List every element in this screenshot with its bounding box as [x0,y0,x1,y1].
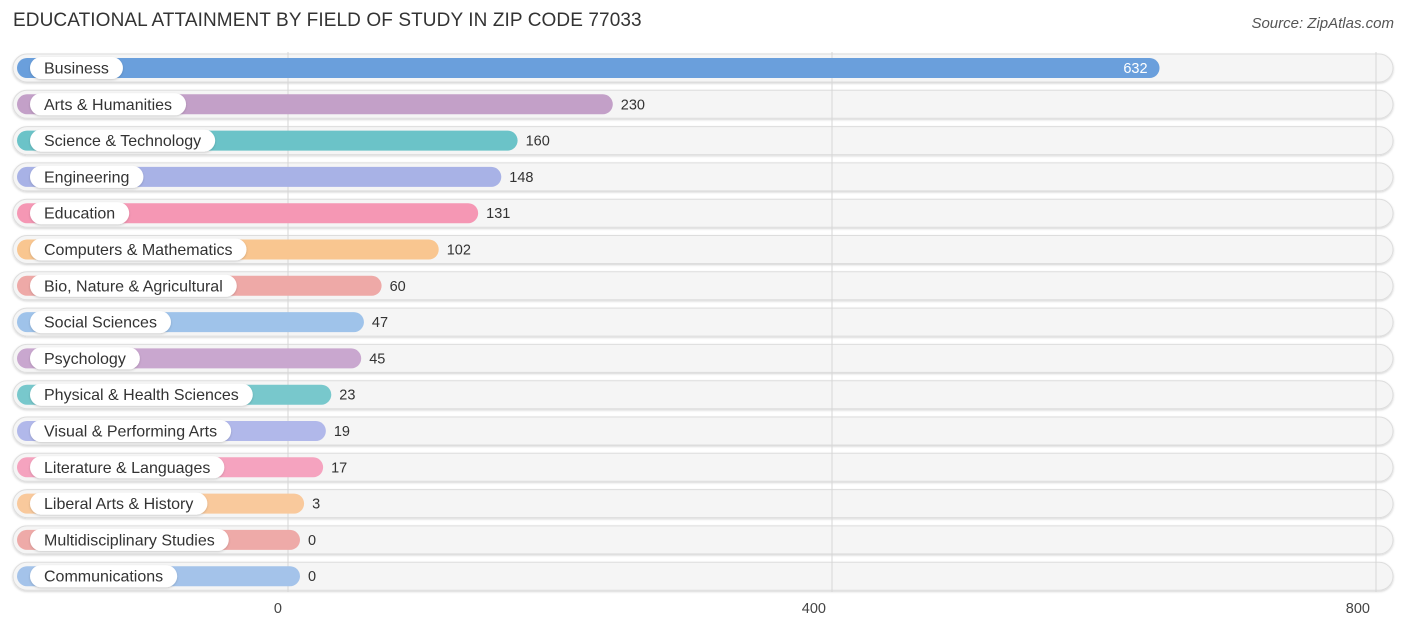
category-label: Communications [44,569,163,586]
value-label: 3 [312,497,320,513]
bar-row: Visual & Performing Arts 19 [17,420,350,442]
category-label: Bio, Nature & Agricultural [44,278,223,295]
value-label: 230 [621,97,645,113]
category-label: Literature & Languages [44,460,210,477]
bar-row: Education 131 [17,202,510,225]
x-tick-label: 800 [1346,601,1370,617]
bar-row: Communications 0 [17,565,316,588]
bar-row: Psychology 45 [17,347,385,370]
category-label: Education [44,206,115,223]
value-label: 45 [369,351,385,367]
x-tick-label: 0 [274,601,282,617]
category-label: Visual & Performing Arts [44,424,217,441]
category-label: Science & Technology [44,133,201,150]
category-label: Social Sciences [44,315,157,332]
category-label: Business [44,61,109,78]
category-label: Computers & Mathematics [44,242,233,259]
value-label: 23 [339,388,355,404]
bar-row: Literature & Languages 17 [17,456,347,479]
bar-row: Business 632 [17,57,1160,79]
value-label: 160 [526,134,550,150]
bar-row: Engineering 148 [17,165,533,188]
value-label: 102 [447,243,471,259]
bar-row: Social Sciences 47 [17,311,388,334]
bar-row: Arts & Humanities 230 [17,93,645,116]
value-label: 632 [1123,61,1147,77]
value-label: 47 [372,315,388,331]
value-label: 148 [509,170,533,186]
category-label: Engineering [44,169,129,186]
value-label: 60 [390,279,406,295]
category-label: Liberal Arts & History [44,496,193,513]
category-label: Physical & Health Sciences [44,387,239,404]
bar-row: Science & Technology 160 [17,129,550,152]
category-label: Psychology [44,351,126,368]
value-label: 131 [486,206,510,222]
category-label: Arts & Humanities [44,97,172,114]
x-tick-label: 400 [802,601,826,617]
value-label: 0 [308,533,316,549]
bar-row: Bio, Nature & Agricultural 60 [17,274,406,297]
axis-ticks: 0 400 800 [274,601,1370,617]
bar-row: Computers & Mathematics 102 [17,238,471,261]
bar[interactable] [17,58,1160,78]
value-label: 19 [334,424,350,440]
category-label: Multidisciplinary Studies [44,532,215,549]
bar-row: Physical & Health Sciences 23 [17,383,355,406]
bar-chart: Business 632Arts & Humanities 230Science &… [12,52,1394,617]
value-label: 17 [331,460,347,476]
bar-row: Liberal Arts & History 3 [17,492,320,515]
bar-row: Multidisciplinary Studies 0 [17,528,316,551]
value-label: 0 [308,569,316,585]
